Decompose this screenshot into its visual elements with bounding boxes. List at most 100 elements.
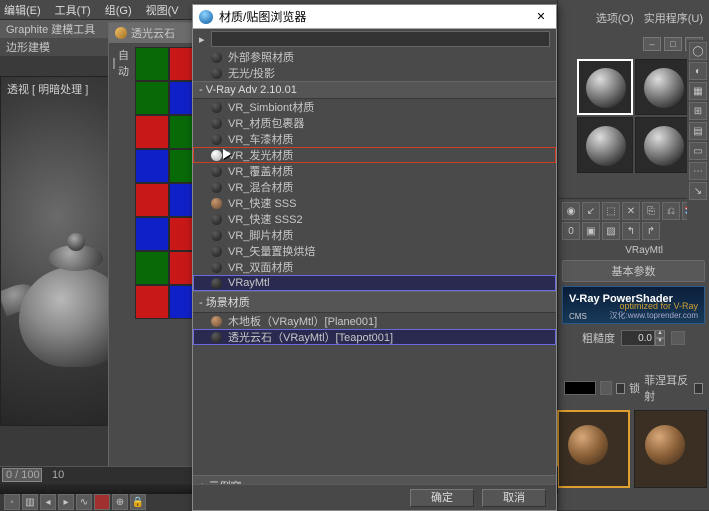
key-filters-icon[interactable]: ▥ — [22, 494, 38, 510]
maximize-button[interactable]: □ — [664, 37, 682, 51]
spin-down-icon[interactable]: ▼ — [655, 338, 665, 346]
show-in-vp-icon[interactable]: ▣ — [582, 222, 600, 240]
selection-lock-icon[interactable]: 🔒 — [130, 494, 146, 510]
menu-views[interactable]: 视图(V — [146, 2, 179, 18]
material-item-label: VR_脚片材质 — [228, 227, 293, 243]
material-item-label: VR_混合材质 — [228, 179, 293, 195]
get-material-icon[interactable]: ◉ — [562, 202, 580, 220]
material-item-label: VR_覆盖材质 — [228, 163, 293, 179]
select-icon[interactable]: ↘ — [689, 182, 707, 200]
set-key-icon[interactable]: ◦ — [4, 494, 20, 510]
menu-group[interactable]: 组(G) — [105, 2, 132, 18]
reflect-color-swatch[interactable] — [564, 381, 596, 395]
material-id-icon[interactable]: 0 — [562, 222, 580, 240]
cancel-button[interactable]: 取消 — [482, 489, 546, 507]
put-to-scene-icon[interactable]: ↙ — [582, 202, 600, 220]
sample-type-icon[interactable]: ◯ — [689, 42, 707, 60]
material-browser-dialog: 材质/贴图浏览器 ✕ ▸ 外部参照材质无光/投影 - V-Ray Adv 2.1… — [192, 4, 557, 511]
sample-slot-1[interactable] — [635, 59, 691, 115]
lock-checkbox[interactable] — [616, 383, 625, 394]
material-sphere-icon — [211, 316, 222, 327]
reset-icon[interactable]: ✕ — [622, 202, 640, 220]
xyz-lock-icon[interactable]: ⊕ — [112, 494, 128, 510]
go-parent-icon[interactable]: ↰ — [622, 222, 640, 240]
color-swatch[interactable] — [135, 183, 169, 217]
tab-poly[interactable]: 边形建模 — [6, 39, 50, 55]
make-unique-icon[interactable]: ⎌ — [662, 202, 680, 220]
color-swatch[interactable] — [135, 47, 169, 81]
material-item[interactable]: 无光/投影 — [193, 65, 556, 81]
roughness-map-button[interactable] — [671, 331, 685, 345]
menu-edit[interactable]: 编辑(E) — [4, 2, 41, 18]
material-item[interactable]: VR_材质包裹器 — [193, 115, 556, 131]
material-item[interactable]: VR_混合材质 — [193, 179, 556, 195]
rollout-basic[interactable]: 基本参数 — [562, 260, 705, 282]
backlight-icon[interactable]: ◐ — [689, 62, 707, 80]
close-button[interactable]: ✕ — [532, 8, 550, 26]
color-swatch[interactable] — [135, 115, 169, 149]
material-item[interactable]: VR_快速 SSS — [193, 195, 556, 211]
background-icon[interactable]: ▦ — [689, 82, 707, 100]
show-end-icon[interactable]: ▨ — [602, 222, 620, 240]
video-check-icon[interactable]: ▤ — [689, 122, 707, 140]
menu-util[interactable]: 实用程序(U) — [644, 10, 703, 26]
browser-list[interactable]: 外部参照材质无光/投影 - V-Ray Adv 2.10.01 VR_Simbi… — [193, 49, 556, 485]
material-item[interactable]: VR_车漆材质 — [193, 131, 556, 147]
thumbnail-0[interactable] — [557, 410, 630, 488]
mini-curve-icon[interactable]: ∿ — [76, 494, 92, 510]
scene-category-header[interactable]: - 场景材质 — [193, 291, 556, 313]
material-item[interactable]: VR_Simbiont材质 — [193, 99, 556, 115]
prev-key-icon[interactable]: ◂ — [40, 494, 56, 510]
assign-icon[interactable]: ⬚ — [602, 202, 620, 220]
uv-tile-icon[interactable]: ⊞ — [689, 102, 707, 120]
ok-button[interactable]: 确定 — [410, 489, 474, 507]
color-swatch[interactable] — [135, 285, 169, 319]
auto-key-button[interactable] — [94, 494, 110, 510]
scene-material-item[interactable]: 木地板（VRayMtl）[Plane001] — [193, 313, 556, 329]
material-item[interactable]: VRayMtl — [193, 275, 556, 291]
roughness-spinner[interactable]: ▲▼ — [621, 330, 665, 346]
fresnel-checkbox[interactable] — [694, 383, 703, 394]
sample-slot-2[interactable] — [577, 117, 633, 173]
material-icon — [115, 27, 127, 39]
go-forward-icon[interactable]: ↱ — [642, 222, 660, 240]
material-item[interactable]: VR_双面材质 — [193, 259, 556, 275]
material-item[interactable]: VR_快速 SSS2 — [193, 211, 556, 227]
spin-up-icon[interactable]: ▲ — [655, 330, 665, 338]
scene-material-item[interactable]: 透光云石（VRayMtl）[Teapot001] — [193, 329, 556, 345]
sample-slot-3[interactable] — [635, 117, 691, 173]
menu-options[interactable]: 选项(O) — [596, 10, 634, 26]
material-sphere-icon — [211, 230, 222, 241]
next-key-icon[interactable]: ▸ — [58, 494, 74, 510]
make-copy-icon[interactable]: ⎘ — [642, 202, 660, 220]
preview-icon[interactable]: ▭ — [689, 142, 707, 160]
menu-tools[interactable]: 工具(T) — [55, 2, 91, 18]
minimize-button[interactable]: – — [643, 37, 661, 51]
checkbox-icon[interactable] — [113, 58, 115, 69]
material-item[interactable]: 外部参照材质 — [193, 49, 556, 65]
sample-slot-0[interactable] — [577, 59, 633, 115]
options-icon[interactable]: ⋯ — [689, 162, 707, 180]
material-sphere-icon — [211, 134, 222, 145]
color-swatch[interactable] — [135, 149, 169, 183]
material-sphere-icon — [211, 246, 222, 257]
vray-category-header[interactable]: - V-Ray Adv 2.10.01 — [193, 81, 556, 99]
dialog-titlebar[interactable]: 材质/贴图浏览器 ✕ — [193, 5, 556, 29]
viewport-label: 透视 [ 明暗处理 ] — [7, 81, 88, 97]
color-swatch[interactable] — [135, 251, 169, 285]
roughness-input[interactable] — [621, 330, 655, 346]
auto-checkbox-row[interactable]: 自动 — [113, 47, 127, 79]
reflect-map-button[interactable] — [600, 381, 612, 395]
search-input[interactable] — [211, 31, 550, 47]
material-item-label: 无光/投影 — [228, 65, 275, 81]
color-swatch[interactable] — [135, 217, 169, 251]
material-item[interactable]: VR_矢量置换烘焙 — [193, 243, 556, 259]
color-swatch[interactable] — [135, 81, 169, 115]
material-item[interactable]: VR_覆盖材质 — [193, 163, 556, 179]
material-item[interactable]: VR_发光材质 — [193, 147, 556, 163]
thumbnail-1[interactable] — [634, 410, 707, 488]
dialog-buttons: 确定 取消 — [193, 484, 556, 510]
expand-icon[interactable]: ▸ — [199, 33, 211, 46]
material-name: 透光云石 — [131, 25, 175, 41]
material-item[interactable]: VR_脚片材质 — [193, 227, 556, 243]
